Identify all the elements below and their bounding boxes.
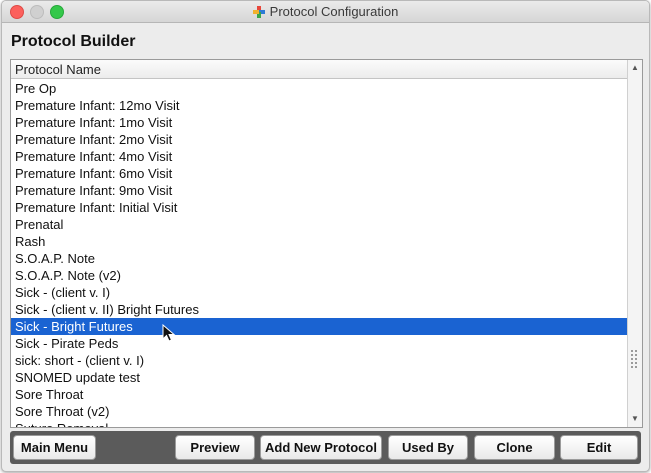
protocol-rows: Pre Op Premature Infant: 12mo Visit Premat… <box>11 80 627 427</box>
scroll-grip-icon[interactable] <box>631 350 639 368</box>
list-item[interactable]: Premature Infant: 6mo Visit <box>11 165 627 182</box>
list-item[interactable]: Premature Infant: 4mo Visit <box>11 148 627 165</box>
preview-button[interactable]: Preview <box>175 435 255 460</box>
clone-button[interactable]: Clone <box>474 435 555 460</box>
list-item[interactable]: Sick - Bright Futures <box>11 318 627 342</box>
protocol-configuration-window: Protocol Configuration Protocol Builder … <box>1 0 650 472</box>
list-item[interactable]: Suture Removal <box>11 420 627 427</box>
scroll-up-arrow-icon[interactable]: ▲ <box>630 63 640 73</box>
list-item[interactable]: Sore Throat <box>11 386 627 403</box>
protocol-list: Protocol Name Pre Op Premature Infant: 12… <box>10 59 643 428</box>
list-item[interactable]: Rash <box>11 233 627 250</box>
scroll-down-arrow-icon[interactable]: ▼ <box>630 414 640 424</box>
column-header-protocol-name[interactable]: Protocol Name <box>11 60 627 79</box>
list-item[interactable]: Pre Op <box>11 80 627 97</box>
list-item[interactable]: Sore Throat (v2) <box>11 403 627 420</box>
list-item[interactable]: S.O.A.P. Note (v2) <box>11 267 627 284</box>
list-item[interactable]: SNOMED update test <box>11 369 627 386</box>
page-title: Protocol Builder <box>11 33 136 50</box>
list-item-label: Sick - Bright Futures <box>15 319 133 334</box>
edit-button[interactable]: Edit <box>560 435 638 460</box>
title-area: Protocol Configuration <box>2 1 649 22</box>
mouse-pointer-icon <box>162 324 176 342</box>
main-menu-button[interactable]: Main Menu <box>13 435 96 460</box>
list-item[interactable]: Sick - (client v. II) Bright Futures <box>11 301 627 318</box>
title-bar[interactable]: Protocol Configuration <box>2 1 649 23</box>
list-item[interactable]: Sick - Pirate Peds <box>11 335 627 352</box>
list-item[interactable]: Premature Infant: Initial Visit <box>11 199 627 216</box>
list-item[interactable]: Premature Infant: 9mo Visit <box>11 182 627 199</box>
vertical-scrollbar[interactable]: ▲ ▼ <box>627 60 642 427</box>
list-item[interactable]: Prenatal <box>11 216 627 233</box>
list-item[interactable]: Premature Infant: 2mo Visit <box>11 131 627 148</box>
add-new-protocol-button[interactable]: Add New Protocol <box>260 435 382 460</box>
list-item[interactable]: Premature Infant: 12mo Visit <box>11 97 627 114</box>
list-item[interactable]: S.O.A.P. Note <box>11 250 627 267</box>
list-item[interactable]: Premature Infant: 1mo Visit <box>11 114 627 131</box>
bottom-toolbar: Main Menu Preview Add New Protocol Used … <box>10 431 641 464</box>
window-title: Protocol Configuration <box>269 4 399 19</box>
list-item[interactable]: sick: short - (client v. I) <box>11 352 627 369</box>
used-by-button[interactable]: Used By <box>388 435 468 460</box>
list-item[interactable]: Sick - (client v. I) <box>11 284 627 301</box>
app-plus-icon <box>252 5 265 18</box>
